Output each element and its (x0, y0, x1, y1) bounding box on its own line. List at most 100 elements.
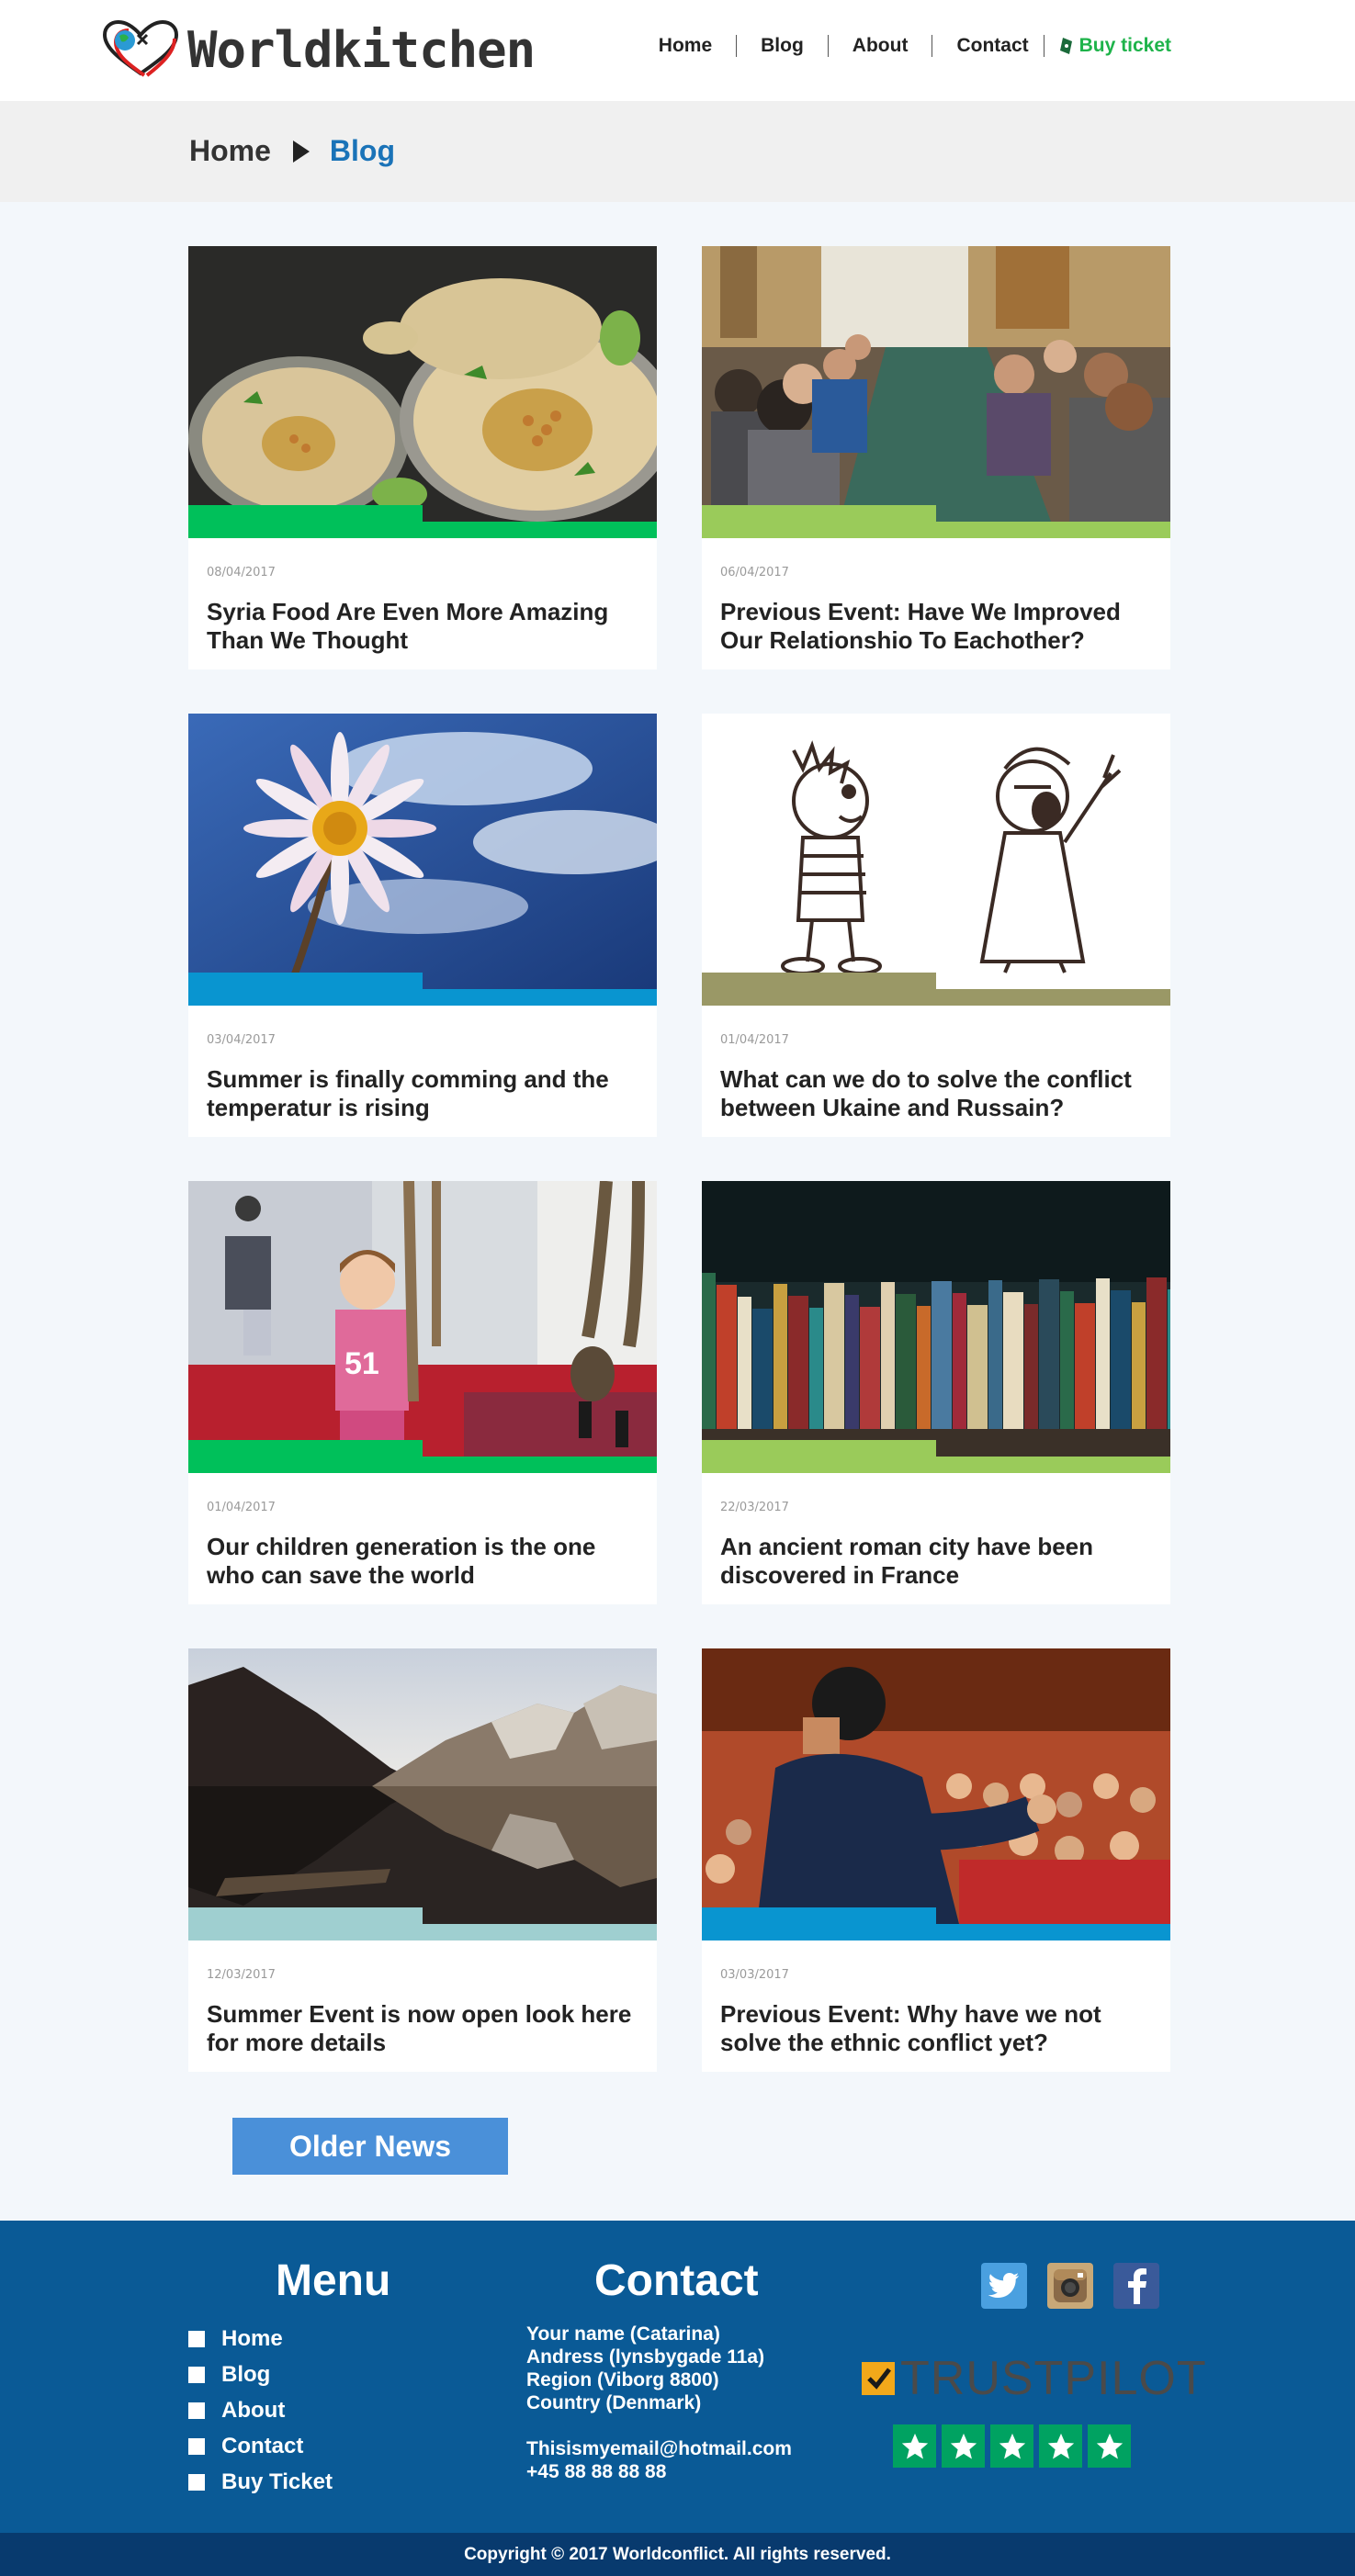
older-news-button[interactable]: Older News (232, 2118, 508, 2175)
nav-blog[interactable]: Blog (737, 35, 828, 57)
blog-card[interactable]: 51 01/04/2017 Our children generation is… (188, 1181, 657, 1604)
post-color-bar (188, 1907, 657, 1940)
contact-name: Your name (Catarina) (526, 2323, 720, 2345)
blog-card[interactable]: 01/04/2017 What can we do to solve the c… (702, 714, 1170, 1137)
post-image[interactable] (702, 1181, 1170, 1457)
site-footer: Menu Home Blog About Contact Buy Ticket … (0, 2221, 1355, 2533)
post-image[interactable] (702, 714, 1170, 989)
footer-menu-item[interactable]: Home (188, 2321, 390, 2357)
post-image[interactable] (702, 1648, 1170, 1924)
post-date: 22/03/2017 (720, 1501, 789, 1514)
twitter-icon[interactable] (981, 2263, 1027, 2309)
checkbox-icon (188, 2330, 205, 2347)
post-title[interactable]: Summer is finally comming and the temper… (207, 1065, 638, 1122)
footer-menu-item[interactable]: Contact (188, 2428, 390, 2464)
footer-menu: Menu Home Blog About Contact Buy Ticket (188, 2255, 390, 2500)
post-color-line (702, 989, 1170, 1006)
footer-menu-label: Contact (221, 2433, 304, 2458)
blog-grid: 08/04/2017 Syria Food Are Even More Amaz… (188, 246, 1171, 2072)
trustpilot-pilot-text: PILOT (1064, 2352, 1207, 2405)
post-title[interactable]: Syria Food Are Even More Amazing Than We… (207, 598, 638, 655)
trustpilot-badge[interactable]: TRUST PILOT (862, 2351, 1207, 2468)
trustpilot-logo-icon (862, 2362, 895, 2395)
footer-menu-label: Buy Ticket (221, 2469, 333, 2494)
footer-menu-item[interactable]: Blog (188, 2357, 390, 2392)
post-title[interactable]: What can we do to solve the conflict bet… (720, 1065, 1152, 1122)
nav-buy-ticket[interactable]: Buy ticket (1044, 35, 1171, 57)
checkbox-icon (188, 2437, 205, 2455)
blog-card[interactable]: 08/04/2017 Syria Food Are Even More Amaz… (188, 246, 657, 669)
contact-email[interactable]: Thisismyemail@hotmail.com (526, 2437, 792, 2460)
checkbox-icon (188, 2366, 205, 2383)
footer-menu-label: Blog (221, 2361, 271, 2387)
svg-text:51: 51 (344, 1346, 379, 1381)
post-date: 06/04/2017 (720, 566, 789, 579)
buy-ticket-label: Buy ticket (1078, 35, 1171, 56)
post-date: 01/04/2017 (720, 1033, 789, 1047)
breadcrumb: Home Blog (0, 101, 1355, 202)
star-icon (893, 2424, 936, 2468)
ticket-icon (1059, 38, 1072, 54)
post-date: 03/03/2017 (720, 1968, 789, 1982)
post-color-line (188, 1457, 657, 1473)
nav-home[interactable]: Home (635, 35, 736, 57)
copyright-bar: Copyright © 2017 Worldconflict. All righ… (0, 2533, 1355, 2576)
star-icon (1088, 2424, 1131, 2468)
footer-menu-label: About (221, 2397, 286, 2423)
blog-card[interactable]: 06/04/2017 Previous Event: Have We Impro… (702, 246, 1170, 669)
footer-menu-item[interactable]: Buy Ticket (188, 2464, 390, 2500)
contact-country: Country (Denmark) (526, 2392, 702, 2413)
site-logo[interactable]: Worldkitchen (101, 20, 536, 79)
post-image[interactable] (702, 246, 1170, 522)
facebook-icon[interactable] (1113, 2263, 1159, 2309)
post-image[interactable] (188, 714, 657, 989)
breadcrumb-arrow-icon (292, 140, 310, 163)
post-image[interactable] (188, 1648, 657, 1924)
post-color-bar (188, 973, 657, 1006)
post-date: 01/04/2017 (207, 1501, 276, 1514)
blog-card[interactable]: 03/04/2017 Summer is finally comming and… (188, 714, 657, 1137)
post-title[interactable]: Previous Event: Why have we not solve th… (720, 2000, 1152, 2057)
site-header: Worldkitchen Home Blog About Contact Buy… (0, 0, 1355, 101)
post-color-bar (188, 1440, 657, 1473)
post-color-line (702, 522, 1170, 538)
logo-text: Worldkitchen (187, 20, 536, 79)
post-date: 12/03/2017 (207, 1968, 276, 1982)
post-date: 08/04/2017 (207, 566, 276, 579)
post-color-bar (188, 505, 657, 538)
star-icon (1039, 2424, 1082, 2468)
post-color-bar (702, 1440, 1170, 1473)
blog-card[interactable]: 22/03/2017 An ancient roman city have be… (702, 1181, 1170, 1604)
instagram-icon[interactable] (1047, 2263, 1093, 2309)
breadcrumb-current: Blog (329, 134, 395, 167)
social-links (981, 2263, 1159, 2309)
post-image[interactable]: 51 (188, 1181, 657, 1457)
heart-globe-icon (102, 20, 179, 77)
post-title[interactable]: Summer Event is now open look here for m… (207, 2000, 638, 2057)
post-image[interactable] (188, 246, 657, 522)
post-title[interactable]: Previous Event: Have We Improved Our Rel… (720, 598, 1152, 655)
nav-about[interactable]: About (829, 35, 932, 57)
post-color-bar (702, 1907, 1170, 1940)
blog-card[interactable]: 12/03/2017 Summer Event is now open look… (188, 1648, 657, 2072)
contact-address: Andress (lynsbygade 11a) (526, 2346, 765, 2368)
blog-card[interactable]: 03/03/2017 Previous Event: Why have we n… (702, 1648, 1170, 2072)
post-color-line (188, 989, 657, 1006)
post-color-bar (702, 505, 1170, 538)
footer-menu-item[interactable]: About (188, 2392, 390, 2428)
footer-contact: Contact Your name (Catarina) Andress (ly… (526, 2255, 792, 2483)
post-color-bar (702, 973, 1170, 1006)
nav-contact[interactable]: Contact (932, 35, 1043, 57)
contact-phone[interactable]: +45 88 88 88 88 (526, 2460, 792, 2483)
checkbox-icon (188, 2402, 205, 2419)
post-color-line (702, 1924, 1170, 1940)
post-title[interactable]: Our children generation is the one who c… (207, 1533, 638, 1590)
trustpilot-rating (893, 2424, 1207, 2468)
post-color-line (188, 522, 657, 538)
post-color-line (702, 1457, 1170, 1473)
post-color-line (188, 1924, 657, 1940)
post-title[interactable]: An ancient roman city have been discover… (720, 1533, 1152, 1590)
footer-contact-heading: Contact (594, 2256, 759, 2305)
checkbox-icon (188, 2473, 205, 2491)
breadcrumb-home[interactable]: Home (189, 134, 271, 168)
